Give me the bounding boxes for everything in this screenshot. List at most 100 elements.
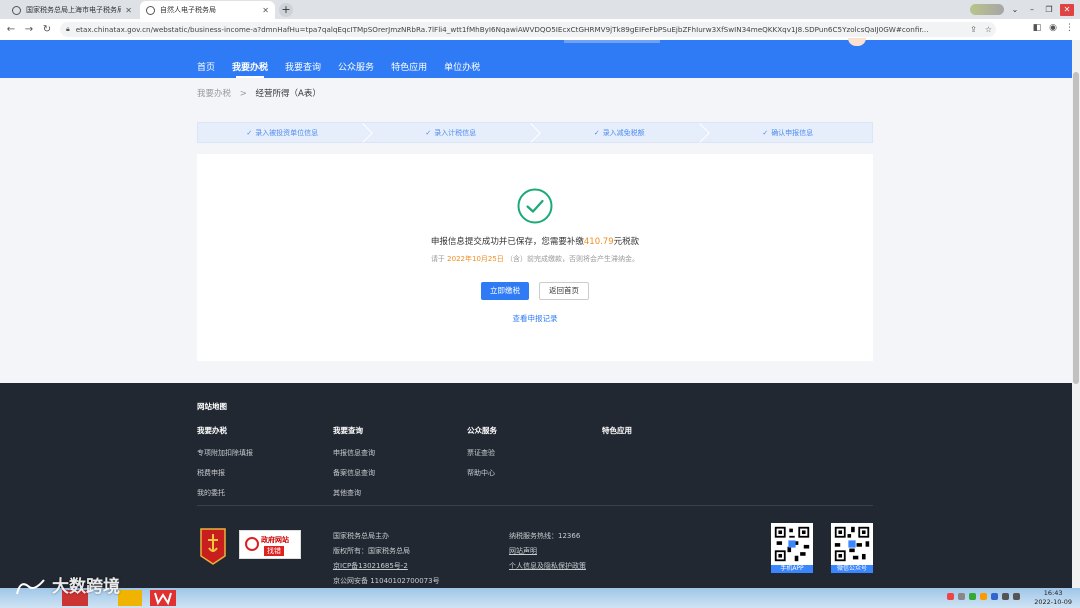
step-label: 录入被投资单位信息 [255, 128, 319, 137]
tray-icon[interactable] [969, 593, 976, 600]
footer-link[interactable]: 税费申报 [197, 468, 253, 477]
nav-item-company-tax[interactable]: 单位办税 [444, 60, 480, 73]
footer-privacy-link[interactable]: 个人信息及隐私保护政策 [509, 559, 586, 574]
page-scrollbar[interactable] [1072, 40, 1080, 588]
nav-item-featured-apps[interactable]: 特色应用 [391, 60, 427, 73]
footer-copyright: 版权所有：国家税务总局 [333, 547, 410, 555]
message-suffix: 元税款 [613, 237, 640, 247]
header-search-box[interactable] [564, 40, 660, 43]
footer-service-info: 纳税服务热线：12366 网站声明 个人信息及隐私保护政策 [509, 529, 586, 574]
party-emblem-icon[interactable] [199, 526, 227, 566]
footer-link[interactable]: 票证查验 [467, 448, 497, 457]
menu-icon[interactable]: ⋮ [1065, 23, 1074, 33]
step-investee-info: ✓ 录入被投资单位信息 [198, 123, 367, 142]
address-bar[interactable]: 🔒︎ etax.chinatax.gov.cn/webstatic/busine… [60, 22, 996, 37]
footer-link[interactable]: 申报信息查询 [333, 448, 375, 457]
footer-link[interactable]: 专项附加扣除填报 [197, 448, 253, 457]
footer-police[interactable]: 京公网安备 11040102700073号 [333, 574, 440, 589]
reload-icon[interactable]: ↻ [40, 24, 54, 35]
footer-col-head: 公众服务 [467, 426, 497, 435]
chevron-down-icon[interactable]: ⌄ [1009, 4, 1021, 16]
tray-icon[interactable] [947, 593, 954, 600]
footer-col-tax-handling: 我要办税 专项附加扣除填报 税费申报 我的委托 [197, 425, 253, 508]
volume-icon[interactable] [1002, 593, 1009, 600]
watermark-text: 大数跨境 [52, 577, 120, 597]
sidebar-icon[interactable]: ◧ [1033, 23, 1042, 33]
step-label: 录入计税信息 [434, 128, 477, 137]
globe-icon [146, 5, 155, 15]
clock-time: 16:43 [1043, 589, 1063, 597]
url-text[interactable]: etax.chinatax.gov.cn/webstatic/business-… [76, 25, 966, 34]
taskbar-app-icon[interactable] [118, 590, 142, 606]
taskbar-clock[interactable]: 16:43 2022-10-09 [1034, 589, 1072, 607]
deadline-date: 2022年10月25日 [447, 255, 504, 263]
wps-logo-icon [154, 592, 172, 606]
tab-title: 国家税务总局上海市电子税务局 [26, 6, 122, 14]
new-tab-button[interactable]: + [279, 3, 293, 17]
tray-icon[interactable] [991, 593, 998, 600]
footer-link[interactable]: 帮助中心 [467, 468, 497, 477]
footer-hotline: 纳税服务热线：12366 [509, 532, 581, 540]
breadcrumb-current: 经营所得（A表） [255, 89, 321, 99]
window-controls: ⌄ – ❐ ✕ [970, 0, 1080, 19]
step-confirm: ✓ 确认申报信息 [704, 123, 873, 142]
network-icon[interactable] [1013, 593, 1020, 600]
tax-amount: 410.79 [583, 237, 614, 247]
window-close-icon[interactable]: ✕ [1060, 3, 1074, 16]
breadcrumb-separator: > [239, 89, 247, 99]
restore-icon[interactable]: ❐ [1043, 4, 1055, 16]
action-buttons: 立即缴税 返回首页 [197, 282, 873, 300]
footer-host: 国家税务总局主办 [333, 532, 389, 540]
back-home-button[interactable]: 返回首页 [539, 282, 589, 300]
close-icon[interactable]: ✕ [262, 6, 269, 15]
gov-badge-line1: 政府网站 [261, 536, 289, 544]
breadcrumb-parent[interactable]: 我要办税 [197, 89, 231, 99]
back-icon[interactable]: ← [4, 24, 18, 35]
wps-icon[interactable] [150, 590, 176, 606]
footer-col-public-service: 公众服务 票证查验 帮助中心 [467, 425, 497, 488]
browser-tab-shanghai-etax[interactable]: 国家税务总局上海市电子税务局 ✕ [6, 1, 138, 19]
step-label: 录入减免税额 [602, 128, 645, 137]
nav-item-query[interactable]: 我要查询 [285, 60, 321, 73]
qr-code-wechat-icon [831, 523, 873, 565]
nav-item-public-service[interactable]: 公众服务 [338, 60, 374, 73]
forward-icon[interactable]: → [22, 24, 36, 35]
close-icon[interactable]: ✕ [125, 6, 132, 15]
view-records-link[interactable]: 查看申报记录 [197, 313, 873, 324]
nav-item-tax-handling[interactable]: 我要办税 [232, 60, 268, 78]
nav-item-home[interactable]: 首页 [197, 60, 215, 73]
tray-icon[interactable] [980, 593, 987, 600]
gov-site-error-report-badge[interactable]: 政府网站 找错 [239, 530, 301, 559]
site-header: 首页 我要办税 我要查询 公众服务 特色应用 单位办税 [0, 38, 1072, 78]
share-icon[interactable]: ⇪ [970, 25, 977, 34]
tray-icon[interactable] [958, 593, 965, 600]
check-icon: ✓ [762, 128, 769, 137]
browser-tab-natural-person-etax[interactable]: 自然人电子税务局 ✕ [140, 1, 275, 19]
footer-link[interactable]: 其他查询 [333, 488, 375, 497]
pay-now-button[interactable]: 立即缴税 [481, 282, 529, 300]
progress-steps: ✓ 录入被投资单位信息 ✓ 录入计税信息 ✓ 录入减免税额 ✓ 确认申报信息 [197, 122, 873, 143]
profile-icon[interactable]: ◉ [1049, 23, 1057, 33]
site-map-title: 网站地图 [197, 402, 227, 411]
check-icon: ✓ [593, 128, 600, 137]
success-check-icon [517, 188, 553, 224]
footer-statement-link[interactable]: 网站声明 [509, 544, 586, 559]
avatar[interactable] [848, 38, 866, 46]
step-reduction: ✓ 录入减免税额 [535, 123, 704, 142]
check-icon: ✓ [425, 128, 432, 137]
scrollbar-thumb[interactable] [1073, 72, 1079, 384]
bookmark-star-icon[interactable]: ☆ [985, 25, 992, 34]
lock-icon[interactable]: 🔒︎ [66, 25, 70, 34]
message-prefix: 申报信息提交成功并已保存，您需要补缴 [430, 237, 584, 247]
minimize-icon[interactable]: – [1026, 4, 1038, 16]
qr-app-label: 手机APP [771, 565, 813, 573]
gov-badge-line2: 找错 [264, 546, 284, 556]
deadline-prefix: 请于 [430, 255, 445, 263]
profile-pill[interactable] [970, 4, 1004, 15]
footer-link[interactable]: 备案信息查询 [333, 468, 375, 477]
deadline-notice: 请于 2022年10月25日 （含）前完成缴款，否则将会产生滞纳金。 [197, 254, 873, 264]
footer-icp[interactable]: 京ICP备13021685号-2 [333, 559, 440, 574]
globe-icon [12, 5, 21, 15]
magnifier-icon [245, 537, 259, 551]
footer-link[interactable]: 我的委托 [197, 488, 253, 497]
